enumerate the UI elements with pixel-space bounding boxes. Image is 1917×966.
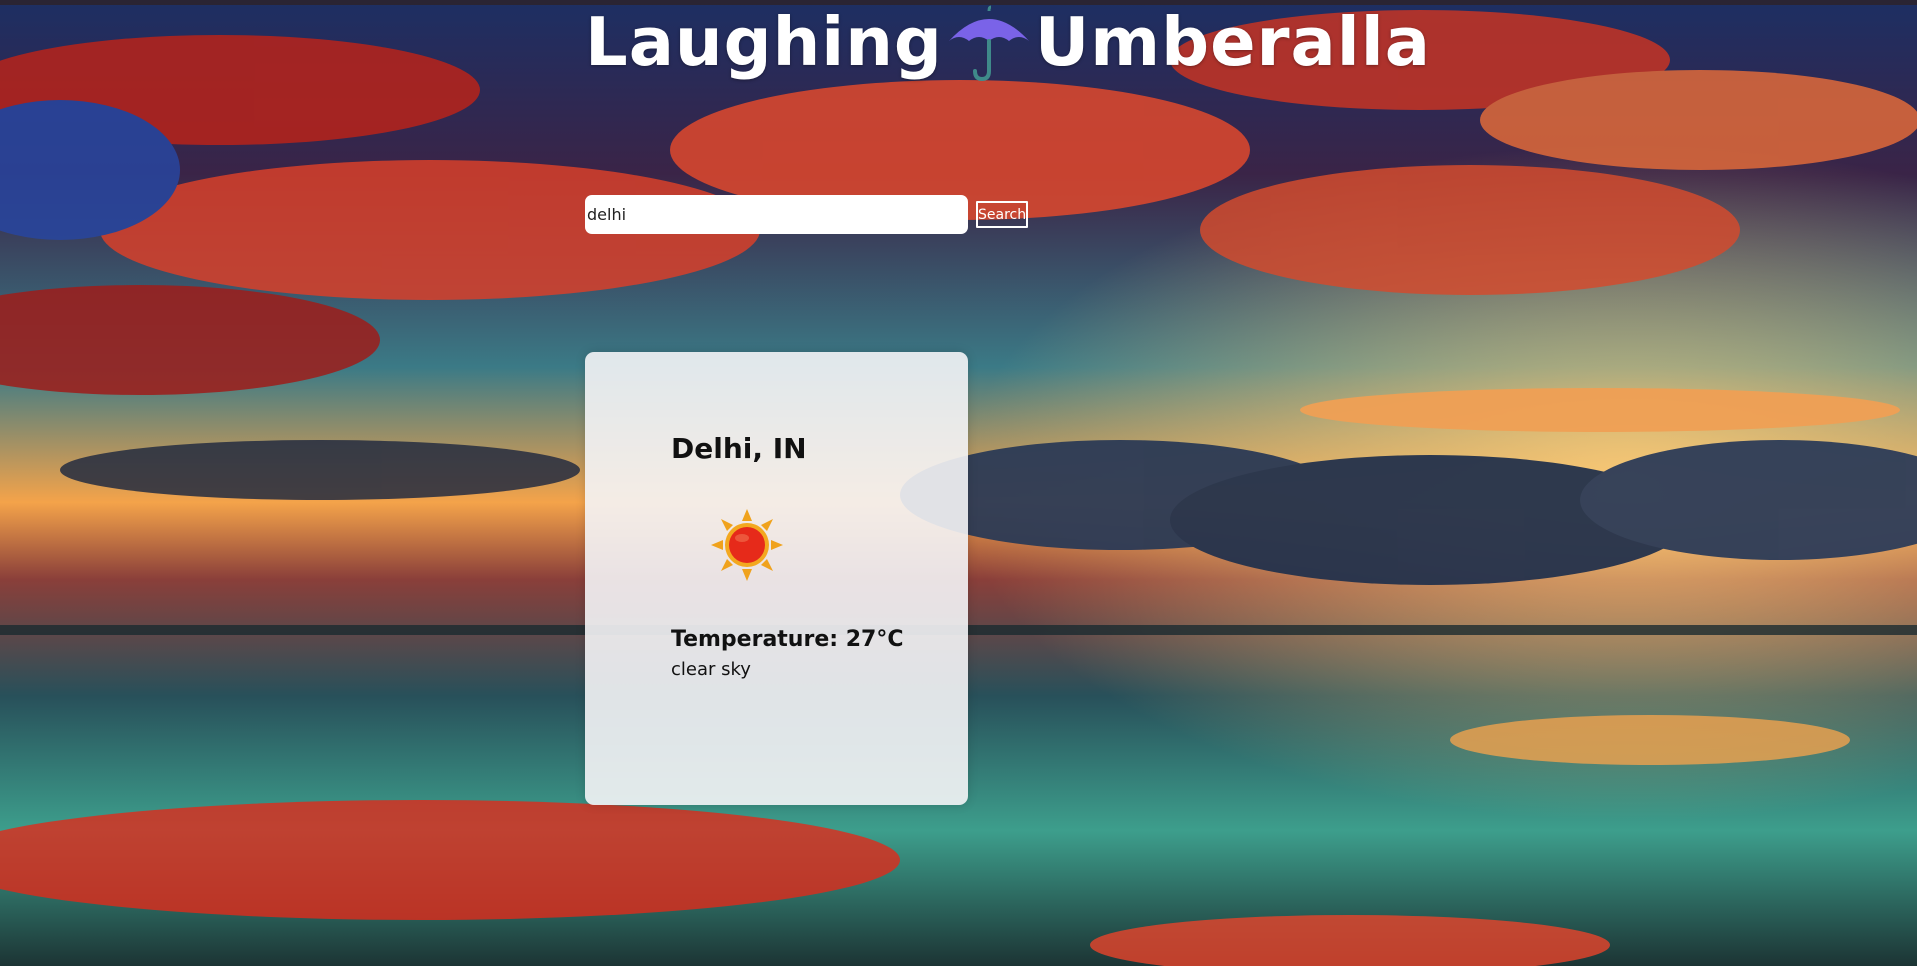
search-button[interactable]: Search — [976, 201, 1028, 228]
city-name: Delhi, IN — [671, 432, 807, 465]
title-right: Umberalla — [1034, 3, 1431, 81]
temperature: Temperature: 27°C — [671, 627, 903, 652]
temperature-value: 27°C — [845, 627, 904, 652]
weather-description: clear sky — [671, 659, 751, 680]
app-title: Laughing Umberalla — [585, 2, 1431, 82]
city-search-input[interactable] — [585, 195, 968, 234]
sun-icon — [711, 509, 783, 581]
weather-card: Delhi, IN Temperature: 27°C clear sky — [585, 352, 968, 805]
temperature-label: Temperature: — [671, 627, 839, 652]
umbrella-icon — [948, 5, 1029, 81]
title-left: Laughing — [585, 3, 943, 81]
